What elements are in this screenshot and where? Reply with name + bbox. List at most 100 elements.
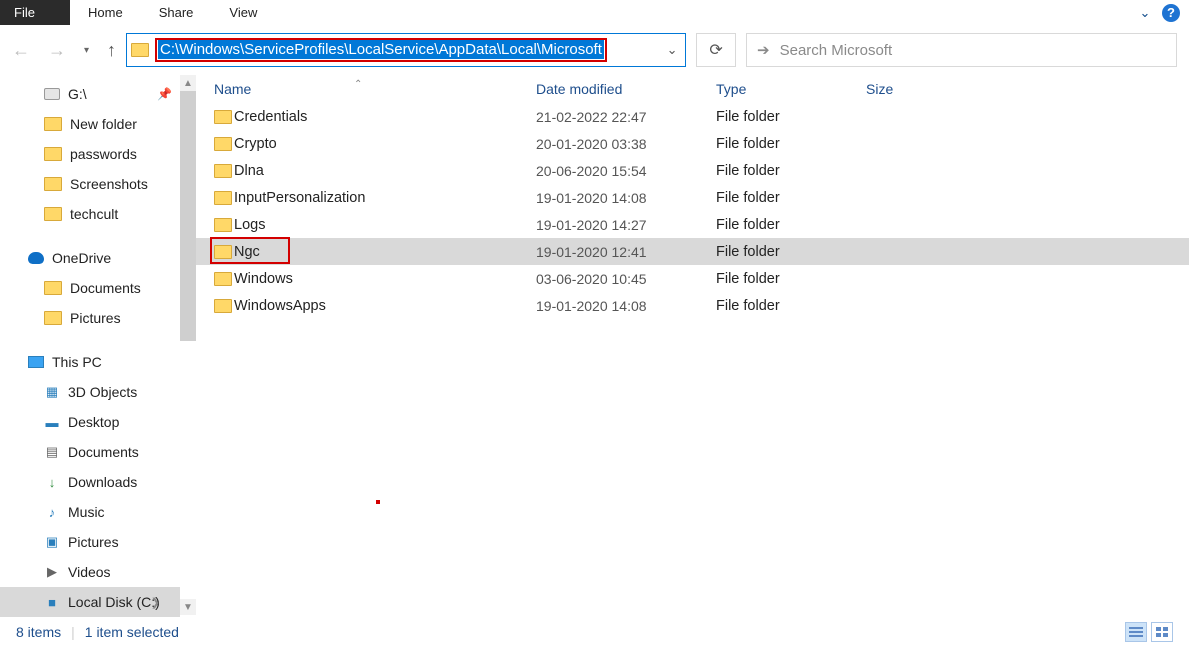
status-selected: 1 item selected [85, 624, 179, 640]
tree-thispc-item[interactable]: ▶Videos [0, 557, 180, 587]
tree-thispc-item[interactable]: ♪ Music [0, 497, 180, 527]
help-icon: ? [1162, 4, 1180, 22]
tree-label: Local Disk (C:) [68, 594, 160, 610]
file-date: 21-02-2022 22:47 [536, 109, 716, 125]
thispc-icon [28, 356, 44, 368]
folder-icon [44, 117, 62, 131]
tree-label: 3D Objects [68, 384, 137, 400]
tree-thispc-item[interactable]: ↓ Downloads [0, 467, 180, 497]
file-date: 19-01-2020 14:08 [536, 190, 716, 206]
status-bar: 8 items | 1 item selected [0, 617, 1189, 647]
tab-view[interactable]: View [211, 0, 275, 25]
tab-share[interactable]: Share [141, 0, 212, 25]
file-row[interactable]: Ngc19-01-2020 12:41File folder [196, 238, 1189, 265]
folder-icon [214, 218, 232, 232]
column-date[interactable]: Date modified [536, 81, 716, 97]
help-button[interactable]: ? [1159, 0, 1183, 25]
drive-icon [44, 88, 60, 100]
folder-icon [214, 164, 232, 178]
tree-onedrive-item[interactable]: Documents [0, 273, 180, 303]
view-details-button[interactable] [1125, 622, 1147, 642]
file-date: 19-01-2020 14:27 [536, 217, 716, 233]
folder-icon [44, 147, 62, 161]
folder-icon [214, 137, 232, 151]
file-date: 20-01-2020 03:38 [536, 136, 716, 152]
tree-label: Screenshots [70, 176, 148, 192]
view-large-button[interactable] [1151, 622, 1173, 642]
ribbon-expand-icon[interactable]: ⌄ [1131, 0, 1159, 25]
file-type: File folder [716, 136, 866, 152]
file-row[interactable]: WindowsApps19-01-2020 14:08File folder [196, 292, 1189, 319]
chevron-right-icon[interactable]: ❯ [151, 596, 160, 609]
file-type: File folder [716, 217, 866, 233]
file-row[interactable]: InputPersonalization19-01-2020 14:08File… [196, 184, 1189, 211]
tree-drive-g[interactable]: G:\ 📌 [0, 79, 180, 109]
file-name: Credentials [234, 109, 536, 125]
history-dropdown-icon[interactable]: ▾ [84, 45, 89, 56]
tree-thispc-item[interactable]: ▬Desktop [0, 407, 180, 437]
search-input[interactable] [780, 42, 1166, 59]
tree-quick-item[interactable]: Screenshots [0, 169, 180, 199]
file-row[interactable]: Dlna20-06-2020 15:54File folder [196, 157, 1189, 184]
address-bar[interactable]: C:\Windows\ServiceProfiles\LocalService\… [126, 33, 686, 67]
tree-label: This PC [52, 354, 102, 370]
column-name[interactable]: Name⌃ [214, 81, 536, 97]
tree-label: G:\ [68, 86, 87, 102]
address-dropdown-icon[interactable]: ⌄ [659, 42, 685, 58]
tree-label: OneDrive [52, 250, 111, 266]
tree-thispc-item[interactable]: ▦ 3D Objects [0, 377, 180, 407]
file-type: File folder [716, 109, 866, 125]
up-button[interactable]: ↑ [107, 40, 116, 61]
tab-file[interactable]: File [0, 0, 70, 25]
status-item-count: 8 items [16, 624, 61, 640]
down-icon: ↓ [44, 474, 60, 490]
tab-home[interactable]: Home [70, 0, 141, 25]
tree-quick-item[interactable]: techcult [0, 199, 180, 229]
ribbon-tabs: File Home Share View ⌄ ? [0, 0, 1189, 25]
pin-icon: 📌 [157, 87, 172, 101]
file-name: Ngc [234, 244, 536, 260]
folder-icon [44, 177, 62, 191]
file-row[interactable]: Windows03-06-2020 10:45File folder [196, 265, 1189, 292]
tree-onedrive-item[interactable]: Pictures [0, 303, 180, 333]
tree-label: techcult [70, 206, 118, 222]
tree-thispc[interactable]: This PC [0, 347, 180, 377]
file-name: WindowsApps [234, 298, 536, 314]
tree-thispc-item[interactable]: ▤Documents [0, 437, 180, 467]
scrollbar-thumb[interactable] [180, 91, 196, 341]
file-type: File folder [716, 190, 866, 206]
file-row[interactable]: Crypto20-01-2020 03:38File folder [196, 130, 1189, 157]
tree-onedrive[interactable]: OneDrive [0, 243, 180, 273]
folder-icon [131, 43, 149, 57]
back-button[interactable]: ← [12, 40, 30, 61]
tree-quick-item[interactable]: passwords [0, 139, 180, 169]
tree-quick-item[interactable]: New folder [0, 109, 180, 139]
tree-label: Music [68, 504, 105, 520]
tree-label: Documents [68, 444, 139, 460]
file-type: File folder [716, 271, 866, 287]
scroll-up-icon[interactable]: ▲ [180, 75, 196, 91]
file-row[interactable]: Logs19-01-2020 14:27File folder [196, 211, 1189, 238]
tree-thispc-item[interactable]: ■ Local Disk (C:)❯ [0, 587, 180, 617]
cube-icon: ▦ [44, 384, 60, 400]
tree-label: Pictures [70, 310, 121, 326]
file-row[interactable]: Credentials21-02-2022 22:47File folder [196, 103, 1189, 130]
music-icon: ♪ [44, 504, 60, 520]
disk-icon: ■ [44, 594, 60, 610]
refresh-button[interactable]: ⟳ [696, 33, 736, 67]
file-date: 19-01-2020 14:08 [536, 298, 716, 314]
column-type[interactable]: Type [716, 81, 866, 97]
forward-button[interactable]: → [48, 40, 66, 61]
folder-icon [214, 110, 232, 124]
tree-thispc-item[interactable]: ▣Pictures [0, 527, 180, 557]
tree-label: Downloads [68, 474, 137, 490]
search-icon: ➔ [757, 41, 770, 59]
tree-label: Desktop [68, 414, 119, 430]
file-date: 20-06-2020 15:54 [536, 163, 716, 179]
column-size[interactable]: Size [866, 81, 966, 97]
address-path[interactable]: C:\Windows\ServiceProfiles\LocalService\… [158, 40, 604, 59]
folder-icon [214, 191, 232, 205]
search-box[interactable]: ➔ [746, 33, 1177, 67]
scroll-down-icon[interactable]: ▼ [180, 599, 196, 615]
folder-icon [44, 281, 62, 295]
